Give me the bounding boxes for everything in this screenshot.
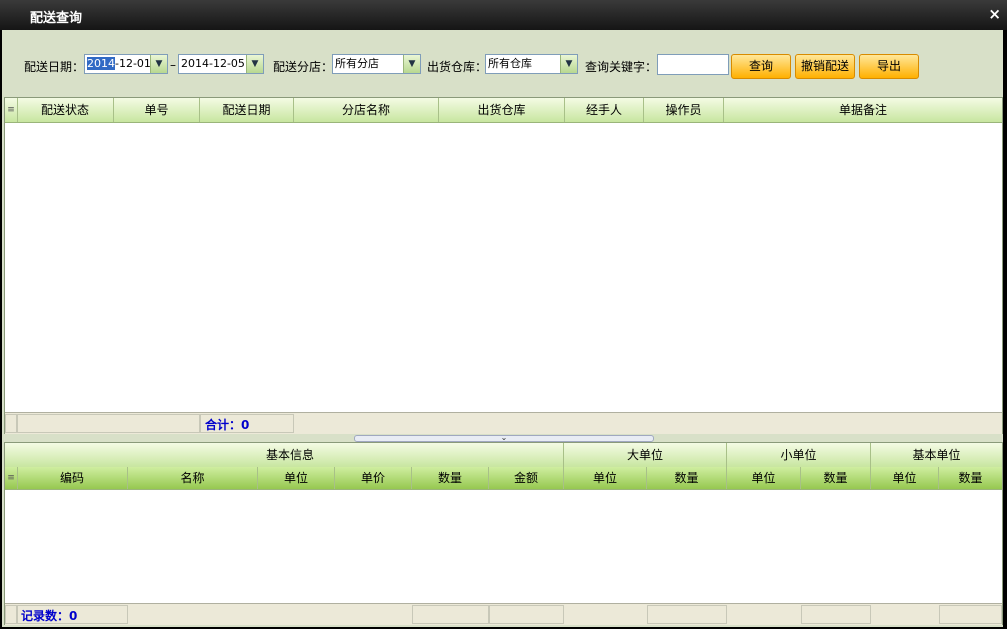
col-amount[interactable]: 金额 — [489, 467, 564, 489]
keyword-input[interactable] — [657, 54, 729, 75]
detail-grid-footer: 记录数：0 — [5, 603, 1002, 625]
footer-cell — [412, 605, 489, 624]
record-count-label: 记录数：0 — [21, 609, 78, 623]
col-remarks[interactable]: 单据备注 — [724, 98, 1002, 122]
col-large-qty[interactable]: 数量 — [647, 467, 727, 489]
col-qty[interactable]: 数量 — [412, 467, 489, 489]
col-unit[interactable]: 单位 — [258, 467, 335, 489]
group-basic-info: 基本信息 — [17, 443, 564, 467]
col-handler[interactable]: 经手人 — [565, 98, 644, 122]
branch-value: 所有分店 — [335, 57, 379, 70]
date-to-value: 2014-12-05 — [181, 57, 245, 70]
date-from-picker[interactable]: 2014-12-01 ▼ — [84, 54, 168, 74]
col-operator[interactable]: 操作员 — [644, 98, 724, 122]
delivery-grid-header: ≡ 配送状态 单号 配送日期 分店名称 出货仓库 经手人 操作员 单据备注 — [5, 98, 1002, 123]
col-date[interactable]: 配送日期 — [200, 98, 294, 122]
detail-grid: 基本信息 大单位 小单位 基本单位 ≡ 编码 名称 单位 单价 数量 金额 单位… — [4, 442, 1003, 625]
chevron-down-icon[interactable]: ▼ — [560, 55, 577, 73]
col-large-unit[interactable]: 单位 — [564, 467, 647, 489]
delivery-grid-footer: 合计：0 — [5, 412, 1002, 434]
date-label: 配送日期： — [24, 60, 85, 74]
footer-cell — [5, 414, 17, 433]
query-button[interactable]: 查询 — [731, 54, 791, 79]
col-small-qty[interactable]: 数量 — [801, 467, 871, 489]
warehouse-value: 所有仓库 — [488, 57, 532, 70]
detail-grid-header: ≡ 编码 名称 单位 单价 数量 金额 单位 数量 单位 数量 单位 数量 — [5, 467, 1002, 490]
footer-cell — [489, 605, 564, 624]
col-warehouse[interactable]: 出货仓库 — [439, 98, 565, 122]
window-body: 配送日期： 2014-12-01 ▼ – 2014-12-05 ▼ 配送分店： … — [2, 30, 1003, 627]
detail-grid-group-header: 基本信息 大单位 小单位 基本单位 — [5, 443, 1002, 468]
title-bar: 配送查询 × — [0, 0, 1007, 30]
filter-toolbar: 配送日期： 2014-12-01 ▼ – 2014-12-05 ▼ 配送分店： … — [2, 30, 1003, 96]
close-icon[interactable]: × — [988, 5, 1001, 23]
chevron-down-icon[interactable]: ▼ — [246, 55, 263, 73]
date-to-picker[interactable]: 2014-12-05 ▼ — [178, 54, 264, 74]
chevron-down-icon[interactable]: ▼ — [150, 55, 167, 73]
window-title: 配送查询 — [30, 11, 83, 26]
footer-cell — [647, 605, 727, 624]
col-code[interactable]: 编码 — [17, 467, 128, 489]
footer-cell — [17, 414, 200, 433]
footer-cell — [939, 605, 1002, 624]
warehouse-label: 出货仓库： — [427, 60, 488, 74]
col-small-unit[interactable]: 单位 — [727, 467, 801, 489]
chevron-down-icon[interactable]: ▼ — [403, 55, 420, 73]
warehouse-select[interactable]: 所有仓库 ▼ — [485, 54, 578, 74]
footer-cell — [801, 605, 871, 624]
delivery-grid: ≡ 配送状态 单号 配送日期 分店名称 出货仓库 经手人 操作员 单据备注 合计… — [4, 97, 1003, 434]
col-price[interactable]: 单价 — [335, 467, 412, 489]
keyword-label: 查询关键字： — [585, 60, 658, 74]
col-order-no[interactable]: 单号 — [114, 98, 200, 122]
date-separator: – — [170, 58, 176, 72]
group-large-unit: 大单位 — [564, 443, 727, 467]
splitter-handle[interactable]: ⌄ — [354, 433, 654, 442]
date-from-rest: -12-01 — [115, 57, 151, 70]
col-name[interactable]: 名称 — [128, 467, 258, 489]
cancel-delivery-button[interactable]: 撤销配送 — [795, 54, 855, 79]
export-button[interactable]: 导出 — [859, 54, 919, 79]
col-base-qty[interactable]: 数量 — [939, 467, 1002, 489]
group-base-unit: 基本单位 — [912, 448, 961, 462]
col-status[interactable]: 配送状态 — [17, 98, 114, 122]
branch-label: 配送分店： — [273, 60, 334, 74]
chevron-down-icon[interactable]: ⌄ — [501, 433, 508, 442]
group-small-unit: 小单位 — [727, 443, 871, 467]
col-base-unit[interactable]: 单位 — [871, 467, 939, 489]
col-branch[interactable]: 分店名称 — [294, 98, 439, 122]
date-from-year: 2014 — [87, 57, 115, 70]
branch-select[interactable]: 所有分店 ▼ — [332, 54, 421, 74]
total-label: 合计：0 — [205, 418, 250, 432]
footer-cell — [5, 605, 17, 624]
